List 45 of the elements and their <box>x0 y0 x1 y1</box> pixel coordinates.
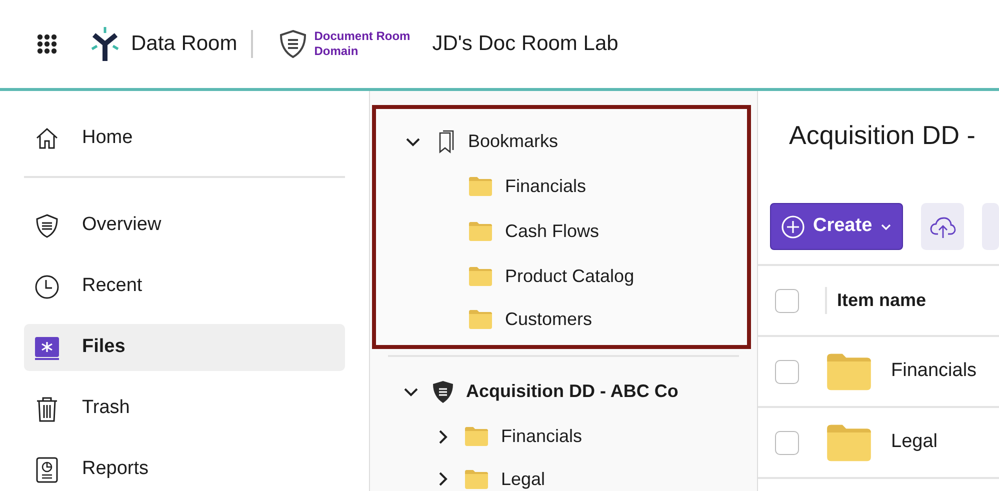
page-title: Acquisition DD - <box>788 119 976 152</box>
files-icon <box>34 334 60 360</box>
nav-item[interactable]: Files <box>24 324 345 371</box>
nav-item[interactable]: Trash <box>24 385 345 432</box>
folder-icon <box>468 176 493 197</box>
shield-icon <box>432 380 454 404</box>
app-name: Data Room <box>131 31 238 58</box>
folder-link[interactable]: Product Catalog <box>505 263 634 290</box>
nav-item[interactable]: Home <box>24 115 345 162</box>
folder-link[interactable]: Financials <box>501 423 582 450</box>
folder-icon <box>825 352 873 392</box>
apps-grid-icon[interactable] <box>37 34 57 54</box>
report-icon <box>34 456 60 482</box>
folder-icon <box>464 468 489 490</box>
plus-icon <box>781 214 805 238</box>
folder-icon <box>468 266 493 287</box>
nav-item[interactable]: Overview <box>24 202 345 249</box>
folder-icon <box>468 221 493 242</box>
checkbox[interactable] <box>775 430 799 454</box>
folder-icon <box>464 426 489 447</box>
folder-icon <box>468 308 493 330</box>
shield-icon <box>34 212 60 238</box>
checkbox[interactable] <box>775 360 799 384</box>
section-label[interactable]: Bookmarks <box>468 128 558 155</box>
nav-item[interactable]: Recent <box>24 263 345 310</box>
folder-link[interactable]: Cash Flows <box>505 218 600 245</box>
domain-label: Document Room Domain <box>314 29 410 59</box>
room-name[interactable]: Acquisition DD - ABC Co <box>466 378 678 405</box>
folder-link[interactable]: Customers <box>505 306 592 332</box>
folder-icon <box>825 422 873 462</box>
upload-button[interactable] <box>921 203 964 250</box>
room-name: JD's Doc Room Lab <box>432 31 618 58</box>
nav-item[interactable]: Reports <box>24 446 345 491</box>
item-name[interactable]: Financials <box>891 357 977 386</box>
folder-link[interactable]: Financials <box>505 173 586 200</box>
clock-icon <box>34 274 60 300</box>
item-name[interactable]: Legal <box>891 428 938 457</box>
create-button[interactable]: Create <box>770 203 904 250</box>
home-icon <box>34 126 60 152</box>
checkbox[interactable] <box>775 288 799 312</box>
column-header[interactable]: Item name <box>825 287 926 314</box>
logo-icon <box>89 27 121 61</box>
shield-icon <box>279 29 308 59</box>
folder-link[interactable]: Legal <box>501 466 546 491</box>
trash-icon <box>34 396 60 422</box>
